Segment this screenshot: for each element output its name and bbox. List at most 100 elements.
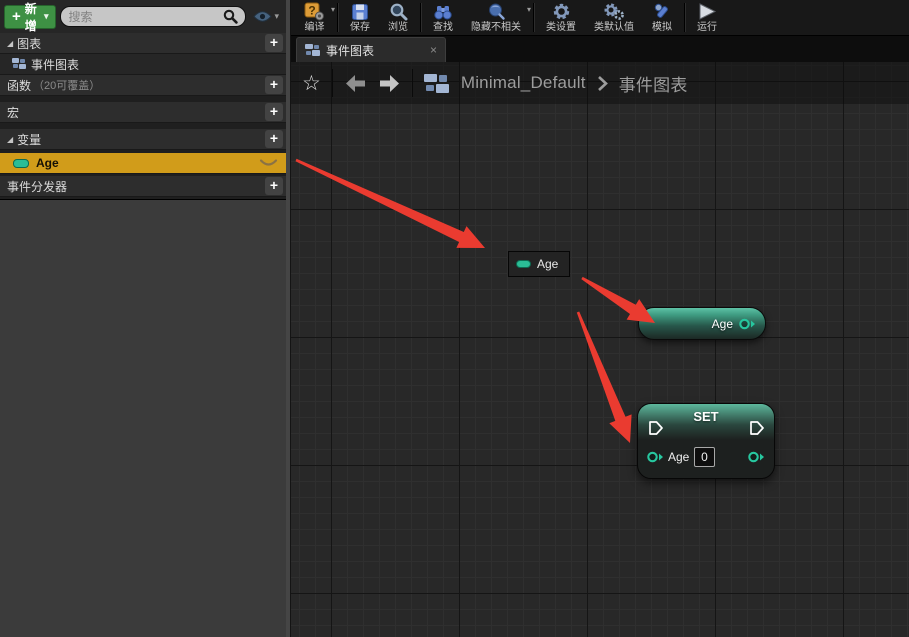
chevron-down-icon: ▾ (274, 11, 279, 22)
exec-input-pin-icon[interactable] (648, 420, 664, 436)
hide-unrelated-label: 隐藏不相关 (471, 21, 521, 34)
eye-icon (253, 10, 272, 23)
toolbar-divider (420, 3, 421, 32)
breadcrumb-chevron-icon (597, 75, 608, 92)
collapse-triangle-icon: ◢ (7, 135, 13, 144)
add-function-button[interactable]: + (265, 76, 283, 94)
overridable-note: （20可覆盖） (33, 77, 100, 93)
tab-label: 事件图表 (326, 42, 374, 59)
add-dispatcher-button[interactable]: + (265, 177, 283, 195)
variable-type-pill-icon (516, 260, 531, 268)
section-label: 宏 (7, 104, 19, 121)
breadcrumb-current[interactable]: 事件图表 (619, 71, 688, 96)
search-input[interactable] (68, 10, 223, 24)
event-graph-canvas[interactable]: ☆ Minimal_Default (291, 62, 909, 637)
save-label: 保存 (350, 21, 370, 34)
close-icon[interactable]: × (430, 43, 437, 57)
toolbar-divider (684, 3, 685, 32)
panel-empty-area (0, 199, 286, 637)
breadcrumb-root[interactable]: Minimal_Default (461, 73, 586, 93)
class-defaults-label: 类默认值 (594, 21, 634, 34)
section-label: 事件分发器 (7, 178, 67, 195)
section-label: 变量 (17, 131, 41, 148)
age-value-input[interactable]: 0 (694, 447, 715, 467)
section-header-variables[interactable]: ◢ 变量 + (0, 129, 286, 150)
compile-button[interactable]: ? 编译 ▾ (295, 0, 334, 35)
chevron-down-icon[interactable]: ▾ (331, 5, 335, 14)
variable-label: Age (36, 156, 59, 170)
node-set-age[interactable]: SET Age 0 (637, 403, 775, 479)
simulate-label: 模拟 (652, 21, 672, 34)
divider (332, 69, 333, 97)
section-header-macros[interactable]: 宏 + (0, 102, 286, 123)
add-graph-button[interactable]: + (265, 34, 283, 52)
editor-main: ? 编译 ▾ 保存 (291, 0, 909, 637)
compile-icon: ? (304, 2, 325, 21)
add-new-button[interactable]: + 新增 ▾ (4, 5, 56, 29)
section-header-graphs[interactable]: ◢ 图表 + (0, 33, 286, 54)
section-label: 函数 (7, 77, 31, 94)
save-icon (351, 2, 369, 21)
chevron-down-icon: ▾ (44, 11, 49, 22)
find-button[interactable]: 查找 (424, 0, 462, 35)
play-label: 运行 (697, 21, 717, 34)
back-arrow-icon[interactable] (344, 73, 367, 94)
toolbar-divider (337, 3, 338, 32)
hide-unrelated-icon (487, 2, 506, 21)
main-toolbar: ? 编译 ▾ 保存 (291, 0, 909, 36)
divider (412, 69, 413, 97)
collapse-triangle-icon: ◢ (7, 39, 13, 48)
save-button[interactable]: 保存 (341, 0, 379, 35)
binoculars-icon (433, 2, 453, 21)
class-settings-button[interactable]: 类设置 (537, 0, 585, 35)
annotation-arrows (291, 62, 909, 637)
node-get-age[interactable]: Age (638, 307, 766, 340)
getter-label: Age (712, 317, 733, 331)
section-header-event-dispatchers[interactable]: 事件分发器 + (0, 176, 286, 197)
plus-icon: + (12, 9, 21, 24)
play-icon (697, 2, 717, 21)
add-variable-button[interactable]: + (265, 130, 283, 148)
exec-output-pin-icon[interactable] (749, 420, 765, 436)
find-label: 查找 (433, 21, 453, 34)
browse-button[interactable]: 浏览 (379, 0, 417, 35)
eye-closed-icon[interactable] (259, 158, 278, 169)
add-macro-button[interactable]: + (265, 103, 283, 121)
section-label: 图表 (17, 35, 41, 52)
chevron-down-icon[interactable]: ▾ (527, 5, 531, 14)
output-pin-icon[interactable] (739, 318, 756, 330)
favorite-star-icon[interactable]: ☆ (302, 73, 321, 94)
pin-label: Age (668, 450, 689, 464)
add-new-label: 新增 (25, 0, 40, 34)
my-blueprint-panel: + 新增 ▾ ▾ ◢ 图表 + (0, 0, 286, 637)
tab-event-graph[interactable]: 事件图表 × (296, 37, 446, 62)
variable-row-age[interactable]: Age (0, 153, 286, 174)
search-box[interactable] (60, 6, 246, 27)
output-value-pin-icon[interactable] (748, 451, 765, 463)
blueprint-editor-window: + 新增 ▾ ▾ ◢ 图表 + (0, 0, 909, 637)
class-defaults-button[interactable]: 类默认值 (585, 0, 643, 35)
visibility-filter-button[interactable]: ▾ (250, 10, 282, 23)
play-button[interactable]: 运行 (688, 0, 717, 35)
class-settings-label: 类设置 (546, 21, 576, 34)
simulate-button[interactable]: 模拟 (643, 0, 681, 35)
browse-icon (389, 2, 408, 21)
forward-arrow-icon[interactable] (378, 73, 401, 94)
document-tab-bar: 事件图表 × (291, 36, 909, 62)
list-item-label: 事件图表 (31, 56, 79, 73)
drag-chip-age[interactable]: Age (508, 251, 570, 277)
search-icon (223, 9, 238, 24)
list-item-event-graph[interactable]: 事件图表 (0, 54, 286, 75)
hide-unrelated-button[interactable]: 隐藏不相关 ▾ (462, 0, 530, 35)
gears-icon (604, 2, 625, 21)
blueprint-graph-icon (12, 58, 26, 70)
toolbar-divider (533, 3, 534, 32)
age-input-pin-icon[interactable] (647, 451, 664, 463)
variable-type-pill-icon (13, 159, 29, 168)
browse-label: 浏览 (388, 21, 408, 34)
section-header-functions[interactable]: 函数 （20可覆盖） + (0, 75, 286, 96)
gear-icon (552, 2, 571, 21)
chip-label: Age (537, 257, 558, 271)
svg-text:?: ? (308, 4, 315, 18)
panel-toolbar: + 新增 ▾ ▾ (0, 0, 286, 33)
